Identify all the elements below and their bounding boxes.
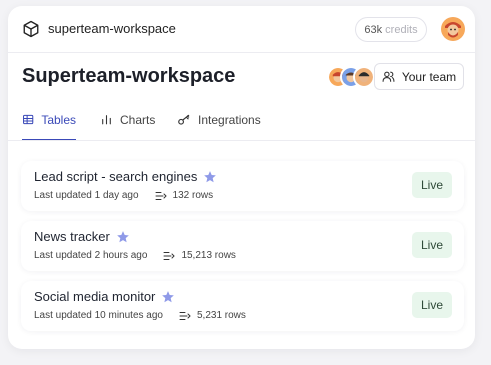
key-icon [178,114,190,125]
your-team-button[interactable]: Your team [374,63,464,90]
page-title: Superteam-workspace [22,65,236,87]
table-name: News tracker [34,229,130,244]
tab-integrations[interactable]: Integrations [177,113,261,141]
rows-icon [163,251,176,260]
users-icon [382,71,395,82]
row-count: 5,231 rows [196,310,246,321]
tab-tables-label: Tables [41,113,76,127]
tab-charts-label: Charts [120,113,156,127]
tabs-divider [8,140,475,141]
credits-badge[interactable]: 63k credits [355,17,427,42]
table-list: Lead script - search engines Last update… [21,161,464,341]
tab-integrations-label: Integrations [198,113,261,127]
table-meta: Last updated 2 hours ago 15,213 rows [34,250,236,261]
last-updated: Last updated 1 day ago [34,190,139,201]
row-count: 132 rows [172,190,214,201]
workspace-name[interactable]: superteam-workspace [48,21,176,36]
rows-icon [155,191,167,200]
your-team-label: Your team [401,69,457,84]
star-icon[interactable] [203,170,217,184]
avatar [353,66,375,88]
team-avatar-stack[interactable] [327,66,375,90]
list-item[interactable]: Lead script - search engines Last update… [21,161,464,211]
cube-icon [23,20,39,38]
status-badge: Live [412,292,452,318]
bar-chart-icon [102,115,111,125]
star-icon[interactable] [116,230,130,244]
user-avatar[interactable] [441,17,465,41]
list-item[interactable]: News tracker Last updated 2 hours ago 15… [21,221,464,271]
table-meta: Last updated 10 minutes ago 5,231 rows [34,310,246,321]
table-icon [23,114,34,125]
credits-value: 63k [364,23,383,36]
status-badge: Live [412,232,452,258]
table-name: Social media monitor [34,289,175,304]
status-badge: Live [412,172,452,198]
top-divider [8,52,475,53]
tab-tables[interactable]: Tables [22,113,76,141]
last-updated: Last updated 2 hours ago [34,250,148,261]
credits-unit: credits [385,23,418,36]
star-icon[interactable] [161,290,175,304]
last-updated: Last updated 10 minutes ago [34,310,163,321]
top-bar: superteam-workspace 63k credits [8,6,475,52]
tab-bar: Tables Charts Integrations [8,106,475,141]
table-name: Lead script - search engines [34,169,217,184]
rows-icon [179,311,191,320]
tab-charts[interactable]: Charts [100,113,155,141]
list-item[interactable]: Social media monitor Last updated 10 min… [21,281,464,331]
table-meta: Last updated 1 day ago 132 rows [34,190,213,201]
row-count: 15,213 rows [181,250,236,261]
workspace-panel: superteam-workspace 63k credits Supertea… [8,6,475,349]
